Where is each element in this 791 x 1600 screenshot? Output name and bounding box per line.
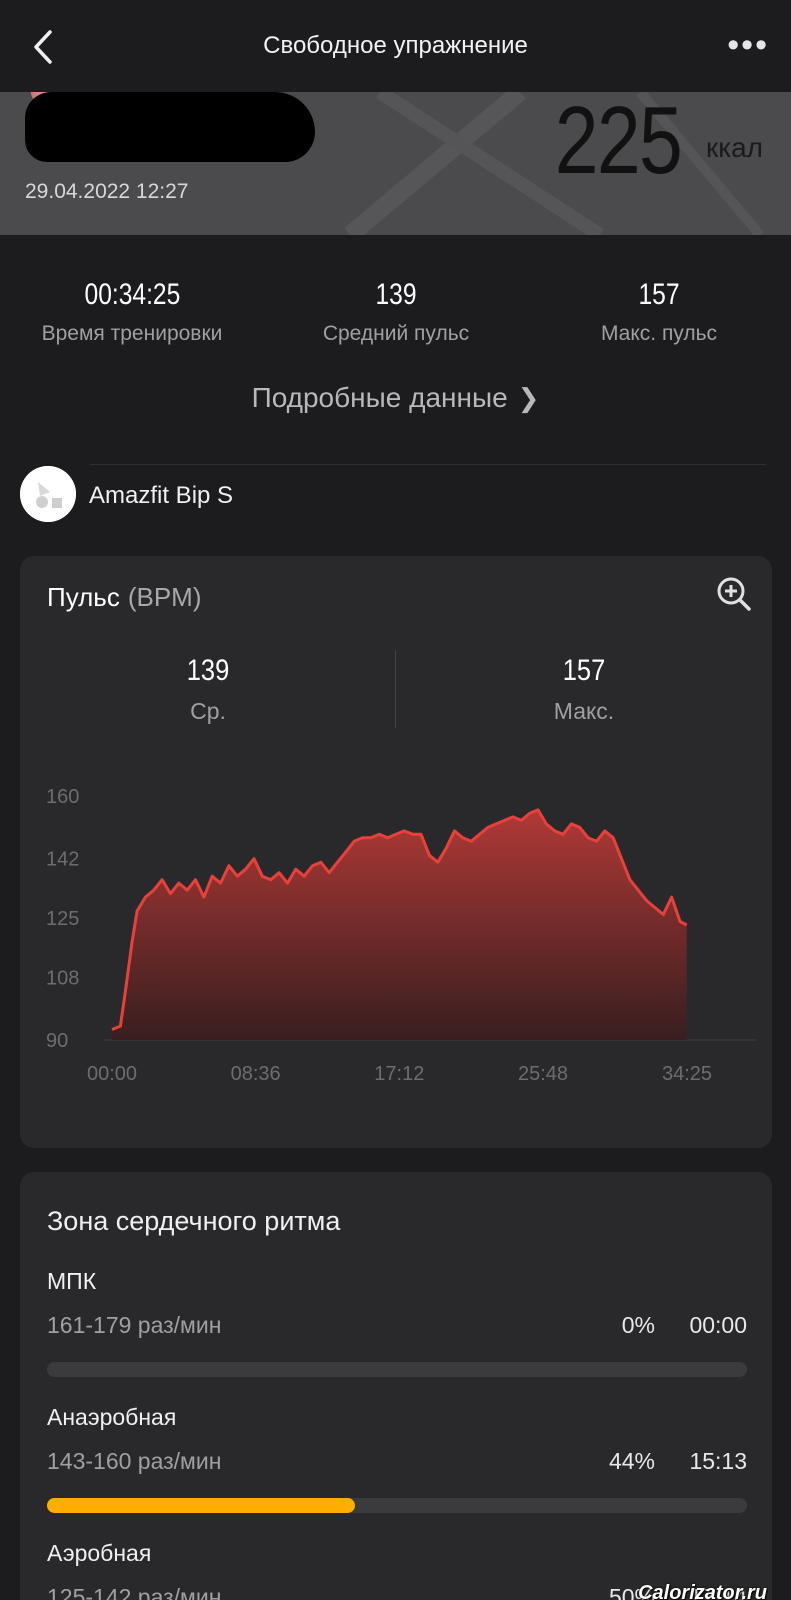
- device-icon: [20, 466, 76, 522]
- pulse-avg-label: Ср.: [190, 698, 226, 724]
- zone-row-aerobic: Аэробная 125-142 раз/мин 50% 17:14: [47, 1540, 747, 1600]
- summary-stats: 00:34:25 Время тренировки 139 Средний пу…: [0, 278, 791, 358]
- y-tick-label: 160: [46, 786, 79, 808]
- page-title: Свободное упражнение: [263, 32, 528, 59]
- x-tick-label: 17:12: [374, 1063, 424, 1085]
- pulse-card: Пульс (BPM) 139 Ср. 157 Макс. 160 142 125 10…: [20, 556, 772, 1148]
- zones-title: Зона сердечного ритма: [47, 1206, 341, 1236]
- y-tick-label: 142: [46, 849, 79, 871]
- heart-rate-chart: 160 142 125 108 90 00:00 08:36 17:12 25:48 34:25: [46, 786, 757, 1085]
- pulse-title: Пульс: [47, 582, 120, 612]
- calories-value: 225: [554, 92, 683, 194]
- zone-row-anaerobic: Анаэробная 143-160 раз/мин 44% 15:13: [47, 1404, 747, 1513]
- zone-name: Аэробная: [47, 1540, 152, 1566]
- top-bar: Свободное упражнение •••: [0, 0, 791, 92]
- zone-percent: 44%: [608, 1448, 655, 1474]
- details-link-label: Подробные данные: [251, 382, 508, 413]
- y-tick-label: 108: [46, 967, 79, 989]
- zone-progress-bar: [47, 1498, 747, 1513]
- stat-avg-pulse: 139 Средний пульс: [264, 278, 528, 346]
- pulse-card-title: Пульс (BPM): [47, 582, 202, 613]
- pulse-unit: (BPM): [127, 582, 202, 612]
- stat-max-pulse: 157 Макс. пульс: [527, 278, 791, 346]
- chevron-right-icon: ❯: [517, 383, 540, 413]
- zone-range: 161-179 раз/мин: [47, 1312, 222, 1338]
- x-tick-label: 08:36: [231, 1063, 281, 1085]
- stat-value: 139: [375, 278, 417, 311]
- workout-date: 29.04.2022 12:27: [25, 180, 189, 203]
- heart-rate-zones-card: Зона сердечного ритма МПК 161-179 раз/ми…: [20, 1172, 772, 1600]
- stat-label: Время тренировки: [41, 322, 223, 345]
- zone-row-vo2max: МПК 161-179 раз/мин 0% 00:00: [47, 1268, 747, 1377]
- zoom-in-icon[interactable]: [716, 576, 752, 612]
- y-tick-label: 125: [46, 908, 79, 930]
- zone-range: 143-160 раз/мин: [47, 1448, 222, 1474]
- x-tick-label: 34:25: [662, 1063, 712, 1085]
- more-options-icon[interactable]: •••: [727, 28, 769, 62]
- zone-percent: 0%: [621, 1312, 655, 1338]
- calories-unit: ккал: [705, 132, 763, 163]
- zone-name: МПК: [47, 1268, 97, 1294]
- stat-label: Средний пульс: [322, 322, 470, 345]
- pulse-avg-value: 139: [186, 654, 230, 687]
- device-name: Amazfit Bip S: [89, 482, 234, 509]
- stat-duration: 00:34:25 Время тренировки: [0, 278, 264, 346]
- zone-progress-bar: [47, 1362, 747, 1377]
- zone-range: 125-142 раз/мин: [47, 1584, 222, 1600]
- pulse-max-label: Макс.: [553, 698, 615, 724]
- stat-label: Макс. пульс: [600, 322, 718, 345]
- divider: [90, 464, 766, 465]
- redaction-mark: [25, 92, 315, 162]
- zone-name: Анаэробная: [47, 1404, 177, 1430]
- x-tick-label: 25:48: [518, 1063, 568, 1085]
- pulse-max-value: 157: [562, 654, 606, 687]
- zone-time: 15:13: [689, 1448, 747, 1474]
- stat-value: 157: [638, 278, 680, 311]
- workout-hero: 29.04.2022 12:27 225 ккал: [0, 92, 791, 235]
- zone-time: 00:00: [689, 1312, 747, 1338]
- x-tick-label: 00:00: [87, 1063, 137, 1085]
- pulse-avg: 139 Ср.: [20, 654, 396, 725]
- details-link[interactable]: Подробные данные ❯: [0, 382, 791, 414]
- zone-progress-fill: [47, 1498, 355, 1513]
- watermark: Calorizator.ru: [638, 1582, 767, 1600]
- y-tick-label: 90: [46, 1030, 68, 1052]
- stat-value: 00:34:25: [84, 278, 180, 311]
- heart-rate-area: [112, 809, 687, 1040]
- pulse-max: 157 Макс.: [396, 654, 772, 725]
